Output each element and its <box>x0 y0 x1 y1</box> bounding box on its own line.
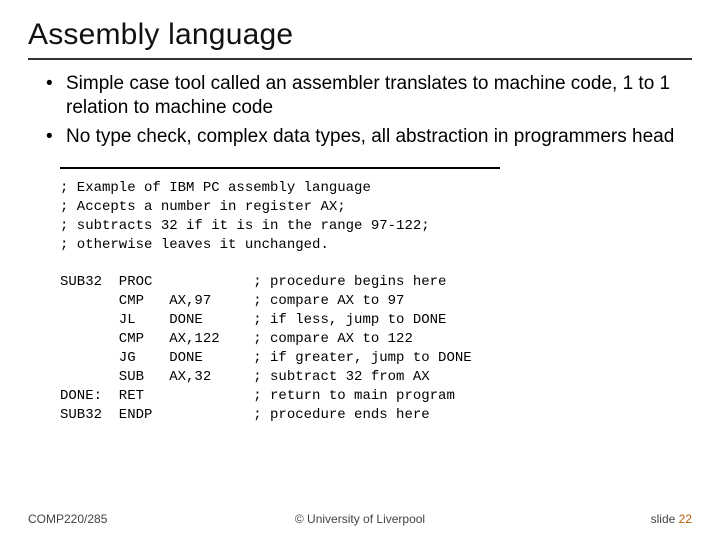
footer-slide: slide 22 <box>651 512 692 526</box>
bullet-item: No type check, complex data types, all a… <box>46 125 692 149</box>
page-title: Assembly language <box>28 18 692 52</box>
slide: Assembly language Simple case tool calle… <box>0 0 720 540</box>
footer-copyright: © University of Liverpool <box>0 512 720 526</box>
slide-number: 22 <box>679 512 692 526</box>
code-block: ; Example of IBM PC assembly language ; … <box>60 179 692 425</box>
code-rule <box>60 167 500 169</box>
bullet-list: Simple case tool called an assembler tra… <box>28 72 692 149</box>
code-example: ; Example of IBM PC assembly language ; … <box>28 167 692 425</box>
bullet-item: Simple case tool called an assembler tra… <box>46 72 692 121</box>
slide-label: slide <box>651 512 676 526</box>
title-rule <box>28 58 692 60</box>
